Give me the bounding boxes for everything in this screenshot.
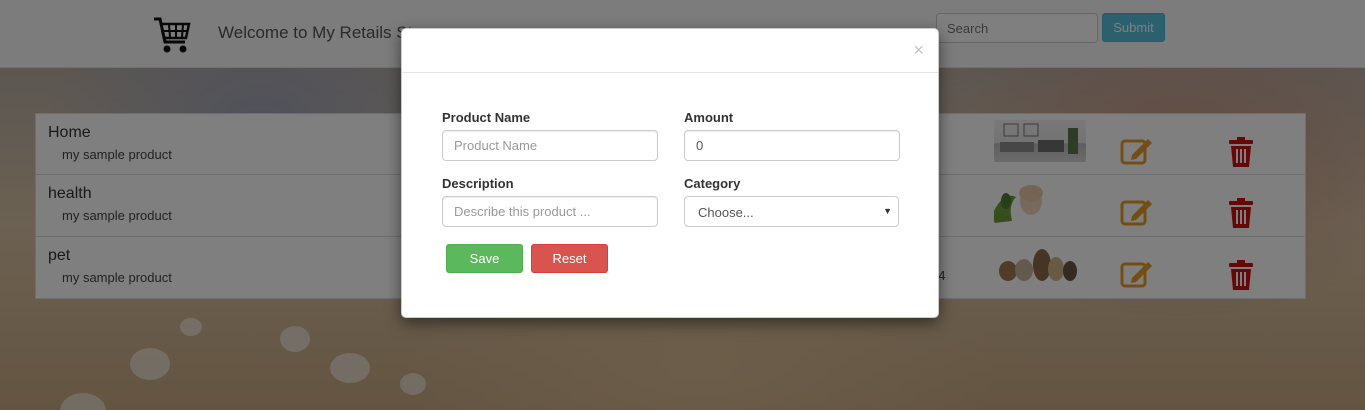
product-name-input[interactable] [442,130,658,161]
category-select[interactable]: Choose... ▼ [684,196,899,227]
description-label: Description [442,176,514,191]
modal-header: × [402,29,938,73]
caret-down-icon: ▼ [883,206,892,216]
description-input[interactable] [442,196,658,227]
add-product-modal: × Product Name Amount Description Catego… [401,28,939,318]
save-button[interactable]: Save [446,244,523,273]
category-label: Category [684,176,741,191]
amount-input[interactable] [684,130,900,161]
product-name-label: Product Name [442,110,531,125]
close-icon[interactable]: × [913,41,924,59]
reset-button[interactable]: Reset [531,244,608,273]
category-selected-value: Choose... [698,205,754,220]
amount-label: Amount [684,110,734,125]
